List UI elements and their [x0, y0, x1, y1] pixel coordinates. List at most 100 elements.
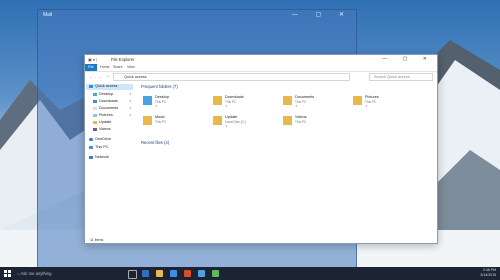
nav-documents[interactable]: Documents — [93, 106, 118, 112]
recent-files-header[interactable]: Recent files (4) — [141, 140, 169, 145]
nav-quick-access[interactable]: Quick access — [86, 84, 133, 90]
tab-file[interactable]: File — [85, 64, 97, 71]
title-bar: ▣ ▾ | File Explorer — ▢ ✕ — [85, 55, 437, 64]
browser-icon[interactable] — [142, 270, 149, 277]
clock-date: 3/14/2015 — [480, 273, 496, 277]
system-tray[interactable]: 2:46 PM 3/14/2015 — [480, 268, 496, 278]
nav-label: Videos — [99, 127, 111, 131]
mail-icon[interactable] — [198, 270, 205, 277]
xbox-icon[interactable] — [212, 270, 219, 277]
folder-tile-videos[interactable]: Videos This PC — [283, 114, 343, 134]
nav-label: Network — [95, 155, 109, 159]
taskbar-search-text: Ask me anything — [20, 271, 52, 276]
pin-icon: ✦ — [129, 106, 132, 110]
folder-tile-documents[interactable]: Documents This PC ✦ — [283, 94, 343, 114]
network-icon — [89, 155, 93, 159]
nav-label: Quick access — [95, 84, 118, 88]
nav-network[interactable]: Network — [89, 155, 109, 161]
window-controls[interactable]: — ▢ ✕ — [382, 56, 434, 62]
quick-access-toolbar-icon[interactable]: ▣ ▾ | — [88, 57, 97, 62]
ribbon-tabs: File Home Share View — [85, 64, 437, 72]
store-icon[interactable] — [170, 270, 177, 277]
folder-icon — [93, 120, 97, 124]
nav-label: This PC — [95, 145, 109, 149]
desktop-folder-icon — [143, 96, 152, 105]
status-bar: 11 items — [85, 236, 437, 243]
pin-icon: ✦ — [225, 104, 228, 108]
nav-label: Update — [99, 120, 112, 124]
desktop-icon — [93, 92, 97, 96]
nav-videos[interactable]: Videos — [93, 127, 111, 133]
tab-view[interactable]: View — [127, 65, 135, 69]
file-explorer-icon[interactable] — [156, 270, 163, 277]
mail-title: Mail — [43, 12, 53, 18]
taskbar: ○ Ask me anything 2:46 PM 3/14/2015 — [0, 267, 500, 280]
tab-home[interactable]: Home — [100, 65, 110, 69]
nav-label: Desktop — [99, 92, 113, 96]
mail-window-controls[interactable]: — ▢ ✕ — [292, 11, 352, 18]
downloads-folder-icon — [213, 96, 222, 105]
music-folder-icon — [143, 116, 152, 125]
computer-icon — [89, 145, 93, 149]
documents-icon — [93, 106, 97, 110]
search-box[interactable]: Search Quick access — [369, 73, 433, 81]
folder-tile-pictures[interactable]: Pictures This PC ✦ — [353, 94, 413, 114]
task-view-icon[interactable] — [128, 270, 137, 279]
cloud-icon — [89, 137, 93, 141]
videos-folder-icon — [283, 116, 292, 125]
nav-this-pc[interactable]: This PC — [89, 145, 109, 151]
tab-share[interactable]: Share — [113, 65, 123, 69]
address-bar[interactable]: Quick access — [113, 73, 350, 81]
pin-icon: ✦ — [295, 104, 298, 108]
nav-label: Documents — [99, 106, 119, 110]
file-explorer-window[interactable]: ▣ ▾ | File Explorer — ▢ ✕ File Home Shar… — [84, 54, 438, 244]
folder-name: Desktop — [155, 95, 169, 99]
folder-tile-music[interactable]: Music This PC — [143, 114, 203, 134]
nav-desktop[interactable]: Desktop — [93, 92, 113, 98]
pictures-icon — [93, 113, 97, 117]
folder-tile-desktop[interactable]: Desktop This PC ✦ — [143, 94, 203, 114]
nav-label: OneDrive — [95, 137, 112, 141]
folder-name: Documents — [295, 95, 315, 99]
folder-name: Update — [225, 115, 238, 119]
navigation-pane: Quick access Desktop ✦ Downloads ✦ Docum… — [85, 82, 135, 236]
app-icon[interactable] — [184, 270, 191, 277]
downloads-icon — [93, 99, 97, 103]
pictures-folder-icon — [353, 96, 362, 105]
nav-update[interactable]: Update — [93, 120, 111, 126]
content-pane: Frequent folders (7) Desktop This PC ✦ D… — [137, 82, 435, 236]
nav-label: Pictures — [99, 113, 113, 117]
frequent-folders-header[interactable]: Frequent folders (7) — [141, 84, 178, 89]
star-icon — [89, 84, 93, 88]
pin-icon: ✦ — [129, 99, 132, 103]
pin-icon: ✦ — [225, 124, 228, 128]
folder-location: Local Disk (C:) — [225, 120, 246, 124]
item-count: 11 items — [90, 238, 104, 242]
nav-downloads[interactable]: Downloads — [93, 99, 118, 105]
pin-icon: ✦ — [365, 104, 368, 108]
documents-folder-icon — [283, 96, 292, 105]
pin-icon: ✦ — [129, 113, 132, 117]
address-path: Quick access — [124, 75, 147, 79]
folder-tile-update[interactable]: Update Local Disk (C:) ✦ — [213, 114, 273, 134]
pin-icon: ✦ — [155, 104, 158, 108]
nav-label: Downloads — [99, 99, 118, 103]
folder-name: Downloads — [225, 95, 244, 99]
taskbar-search[interactable]: ○ Ask me anything — [17, 269, 127, 278]
folder-location: This PC — [295, 120, 307, 124]
nav-onedrive[interactable]: OneDrive — [89, 137, 111, 143]
navigation-arrows-icon[interactable]: ← → ^ — [89, 74, 111, 79]
windows-start-icon[interactable] — [4, 270, 11, 277]
videos-icon — [93, 127, 97, 131]
update-folder-icon — [213, 116, 222, 125]
address-row: ← → ^ Quick access Search Quick access — [85, 72, 437, 81]
window-title: File Explorer — [111, 57, 135, 62]
folder-name: Videos — [295, 115, 307, 119]
pin-icon: ✦ — [129, 92, 132, 96]
nav-pictures[interactable]: Pictures — [93, 113, 113, 119]
folder-name: Pictures — [365, 95, 379, 99]
search-placeholder: Search Quick access — [374, 75, 410, 79]
folder-location: This PC — [155, 120, 167, 124]
folder-tile-downloads[interactable]: Downloads This PC ✦ — [213, 94, 273, 114]
folder-name: Music — [155, 115, 165, 119]
